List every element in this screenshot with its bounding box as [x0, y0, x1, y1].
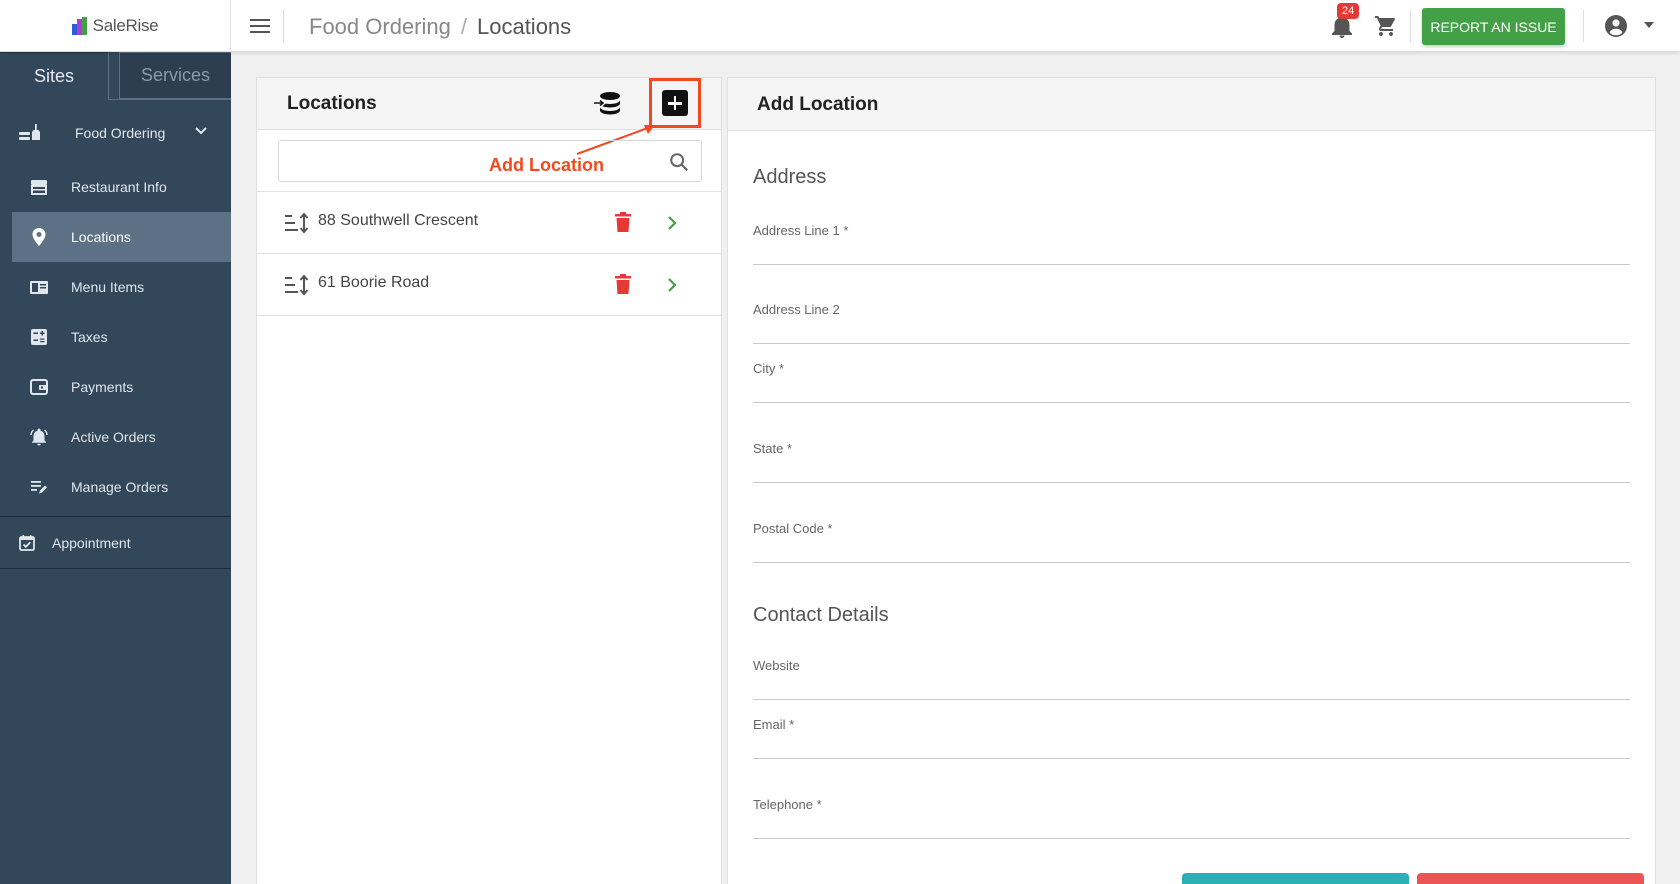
food-ordering-icon [19, 124, 40, 140]
sidebar-item-label: Payments [71, 379, 134, 395]
sidebar-item-label: Active Orders [71, 429, 156, 445]
address-line-2-input[interactable] [753, 322, 1630, 344]
contact-section-title: Contact Details [753, 604, 889, 626]
sidebar-item-manage-orders[interactable]: Manage Orders [12, 462, 231, 512]
account-dropdown-icon[interactable] [1644, 22, 1654, 28]
chevron-right-icon[interactable] [667, 215, 677, 231]
delete-icon[interactable] [614, 273, 632, 295]
search-icon[interactable] [668, 151, 690, 173]
sidebar-group-food-ordering[interactable]: Food Ordering [0, 113, 231, 153]
map-pin-icon [32, 228, 46, 246]
logo[interactable]: SaleRise [71, 16, 159, 36]
sidebar-item-payments[interactable]: Payments [12, 362, 231, 412]
cart-icon[interactable] [1373, 14, 1399, 38]
sidebar-item-active-orders[interactable]: Active Orders [12, 412, 231, 462]
calendar-check-icon [19, 535, 35, 551]
field-label: City * [753, 361, 785, 376]
divider [0, 568, 231, 569]
tab-sites[interactable]: Sites [0, 52, 109, 100]
report-issue-button[interactable]: REPORT AN ISSUE [1422, 8, 1565, 45]
field-label: Address Line 1 * [753, 223, 849, 238]
field-label: Telephone * [753, 797, 822, 812]
notification-badge: 24 [1337, 3, 1360, 19]
cancel-button[interactable] [1417, 873, 1644, 884]
telephone-input[interactable] [753, 817, 1630, 839]
location-row[interactable]: 61 Boorie Road [257, 254, 721, 316]
sidebar-item-label: Taxes [71, 329, 108, 345]
breadcrumb-locations: Locations [476, 14, 572, 39]
sidebar-item-label: Restaurant Info [71, 179, 167, 195]
sidebar-item-label: Locations [71, 229, 131, 245]
locations-panel: Locations Add Location 88 Southwell Cres… [256, 77, 722, 884]
sidebar-item-locations[interactable]: Locations [12, 212, 231, 262]
location-name: 61 Boorie Road [318, 274, 430, 291]
delete-icon[interactable] [614, 211, 632, 233]
email-input[interactable] [753, 737, 1630, 759]
sidebar: Sites Services Food Ordering Restaurant … [0, 52, 231, 884]
postal-code-input[interactable] [753, 541, 1630, 563]
breadcrumb-food-ordering[interactable]: Food Ordering [309, 14, 451, 40]
account-circle-icon[interactable] [1604, 14, 1628, 38]
sidebar-item-menu-items[interactable]: Menu Items [12, 262, 231, 312]
breadcrumb-separator: / [460, 14, 467, 39]
divider [109, 99, 231, 100]
database-stack-icon[interactable] [593, 90, 623, 118]
field-label: Address Line 2 [753, 302, 840, 317]
state-input[interactable] [753, 461, 1630, 483]
breadcrumb: Food Ordering / Locations [309, 14, 571, 40]
location-name: 88 Southwell Crescent [318, 212, 479, 229]
edit-list-icon [31, 481, 47, 494]
field-label: Website [753, 658, 800, 673]
field-label: Email * [753, 717, 795, 732]
menu-book-icon [30, 281, 48, 294]
city-input[interactable] [753, 381, 1630, 403]
reorder-handle-icon[interactable] [284, 212, 310, 234]
sidebar-tabs: Sites Services [0, 52, 231, 100]
divider [283, 10, 284, 42]
sidebar-group-label: Food Ordering [75, 125, 166, 141]
sidebar-item-appointment[interactable]: Appointment [0, 518, 231, 568]
tab-services[interactable]: Services [119, 52, 231, 99]
sidebar-item-taxes[interactable]: Taxes [12, 312, 231, 362]
search-field[interactable] [278, 140, 702, 182]
add-location-panel: Add Location Address Address Line 1 * Ad… [727, 77, 1656, 884]
plus-square-icon [662, 90, 688, 116]
address-line-1-input[interactable] [753, 243, 1630, 265]
save-button[interactable] [1182, 873, 1409, 884]
website-input[interactable] [753, 678, 1630, 700]
menu-toggle-icon[interactable] [248, 14, 272, 38]
address-section-title: Address [753, 166, 827, 188]
search-input[interactable] [287, 149, 657, 173]
bell-ring-icon [30, 428, 48, 446]
field-label: State * [753, 441, 793, 456]
panel-title: Locations [287, 93, 377, 114]
field-label: Postal Code * [753, 521, 833, 536]
divider [0, 516, 231, 517]
wallet-icon [30, 379, 48, 395]
chevron-right-icon[interactable] [667, 277, 677, 293]
calculator-icon [31, 329, 47, 345]
divider [1410, 10, 1411, 42]
panel-title: Add Location [757, 94, 879, 115]
sidebar-item-restaurant-info[interactable]: Restaurant Info [12, 162, 231, 212]
sidebar-item-label: Appointment [52, 535, 131, 551]
reorder-handle-icon[interactable] [284, 274, 310, 296]
storefront-icon [31, 180, 47, 195]
location-row[interactable]: 88 Southwell Crescent [257, 192, 721, 254]
logo-text: SaleRise [92, 16, 159, 35]
logo-mark-icon [71, 17, 90, 35]
add-location-header: Add Location [728, 78, 1655, 131]
sidebar-item-label: Menu Items [71, 279, 145, 295]
top-bar: SaleRise Food Ordering / Locations 24 RE… [0, 0, 1680, 52]
chevron-down-icon [195, 127, 207, 135]
divider [1583, 10, 1584, 42]
logo-area[interactable]: SaleRise [0, 0, 231, 52]
sidebar-item-label: Manage Orders [71, 479, 169, 495]
